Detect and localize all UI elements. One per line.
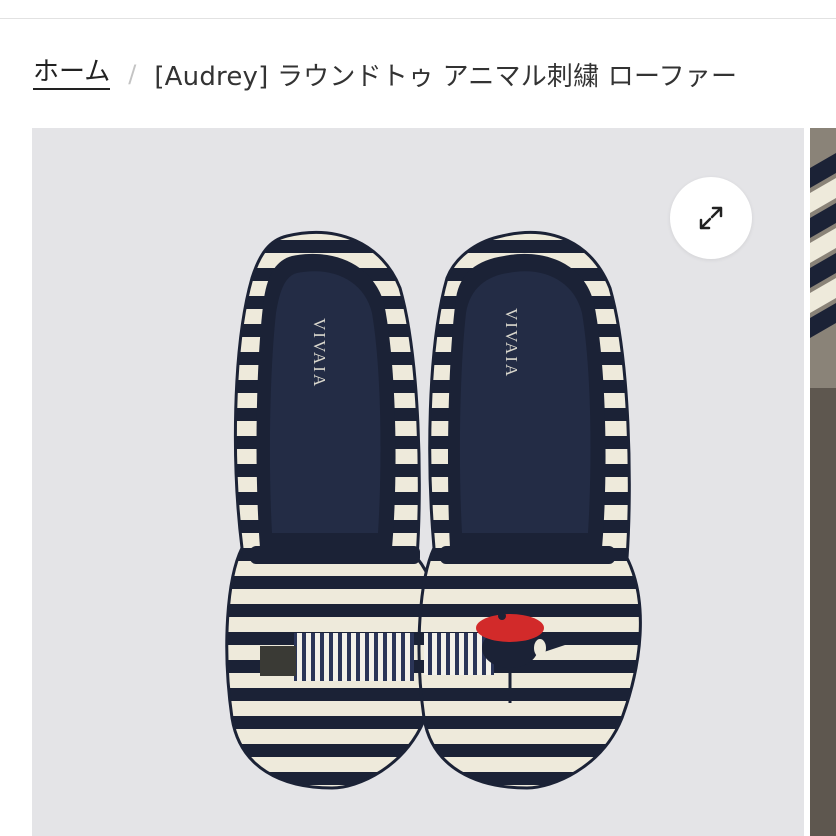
expand-image-button[interactable] xyxy=(670,177,752,259)
breadcrumb-home-link[interactable]: ホーム xyxy=(33,58,111,91)
right-loafer: VIVAIA xyxy=(417,231,642,790)
header-divider xyxy=(0,18,836,19)
next-image-thumbnail xyxy=(810,128,836,836)
next-product-image-peek[interactable] xyxy=(810,128,836,836)
expand-arrows-icon xyxy=(699,206,723,230)
right-insole-logo: VIVAIA xyxy=(502,308,521,378)
breadcrumb-separator: / xyxy=(128,60,137,88)
left-insole-logo: VIVAIA xyxy=(310,318,329,388)
left-loafer: VIVAIA xyxy=(225,231,441,790)
product-image-main[interactable]: VIVAIA VIVAIA xyxy=(32,128,804,836)
breadcrumb: ホーム / [Audrey] ラウンドトゥ アニマル刺繍 ローファー xyxy=(33,54,737,94)
breadcrumb-current-page: [Audrey] ラウンドトゥ アニマル刺繍 ローファー xyxy=(154,61,738,92)
